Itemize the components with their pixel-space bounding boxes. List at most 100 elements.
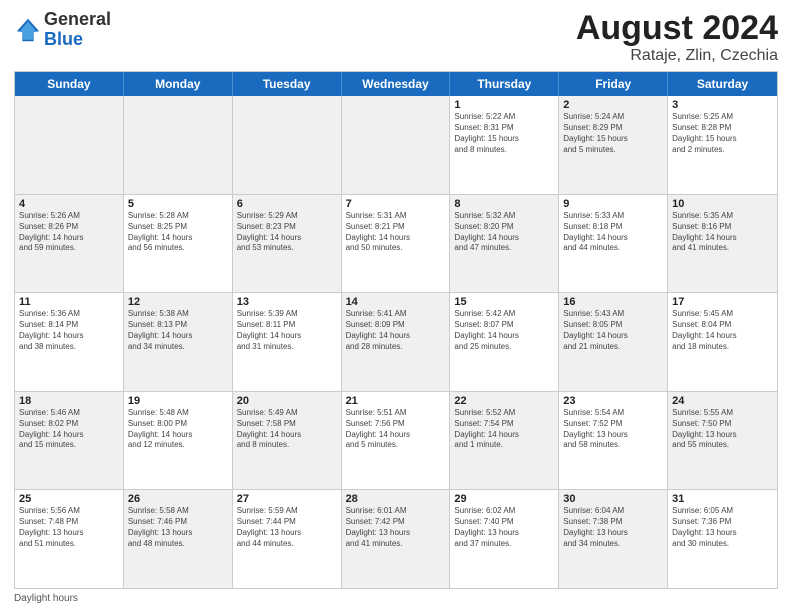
day-info: Sunrise: 5:25 AM Sunset: 8:28 PM Dayligh… <box>672 112 773 155</box>
location-subtitle: Rataje, Zlin, Czechia <box>576 47 778 65</box>
day-info: Sunrise: 5:35 AM Sunset: 8:16 PM Dayligh… <box>672 211 773 254</box>
cal-cell: 25Sunrise: 5:56 AM Sunset: 7:48 PM Dayli… <box>15 490 124 588</box>
cal-week-1: 1Sunrise: 5:22 AM Sunset: 8:31 PM Daylig… <box>15 96 777 195</box>
day-number: 21 <box>346 395 446 407</box>
day-number: 29 <box>454 493 554 505</box>
day-info: Sunrise: 5:39 AM Sunset: 8:11 PM Dayligh… <box>237 309 337 352</box>
day-info: Sunrise: 5:42 AM Sunset: 8:07 PM Dayligh… <box>454 309 554 352</box>
day-info: Sunrise: 5:28 AM Sunset: 8:25 PM Dayligh… <box>128 211 228 254</box>
day-info: Sunrise: 6:02 AM Sunset: 7:40 PM Dayligh… <box>454 506 554 549</box>
day-info: Sunrise: 5:46 AM Sunset: 8:02 PM Dayligh… <box>19 408 119 451</box>
month-title: August 2024 <box>576 10 778 47</box>
day-info: Sunrise: 5:38 AM Sunset: 8:13 PM Dayligh… <box>128 309 228 352</box>
cal-cell: 31Sunrise: 6:05 AM Sunset: 7:36 PM Dayli… <box>668 490 777 588</box>
cal-cell: 23Sunrise: 5:54 AM Sunset: 7:52 PM Dayli… <box>559 392 668 490</box>
day-number: 24 <box>672 395 773 407</box>
day-number: 3 <box>672 99 773 111</box>
header: General Blue August 2024 Rataje, Zlin, C… <box>14 10 778 65</box>
day-info: Sunrise: 5:45 AM Sunset: 8:04 PM Dayligh… <box>672 309 773 352</box>
cal-header-saturday: Saturday <box>668 72 777 96</box>
cal-week-5: 25Sunrise: 5:56 AM Sunset: 7:48 PM Dayli… <box>15 490 777 588</box>
day-info: Sunrise: 5:31 AM Sunset: 8:21 PM Dayligh… <box>346 211 446 254</box>
cal-header-wednesday: Wednesday <box>342 72 451 96</box>
cal-cell: 8Sunrise: 5:32 AM Sunset: 8:20 PM Daylig… <box>450 195 559 293</box>
day-info: Sunrise: 5:51 AM Sunset: 7:56 PM Dayligh… <box>346 408 446 451</box>
logo-text: General Blue <box>44 10 111 50</box>
cal-header-thursday: Thursday <box>450 72 559 96</box>
day-number: 13 <box>237 296 337 308</box>
cal-week-3: 11Sunrise: 5:36 AM Sunset: 8:14 PM Dayli… <box>15 293 777 392</box>
cal-cell: 14Sunrise: 5:41 AM Sunset: 8:09 PM Dayli… <box>342 293 451 391</box>
cal-cell: 16Sunrise: 5:43 AM Sunset: 8:05 PM Dayli… <box>559 293 668 391</box>
cal-cell: 26Sunrise: 5:58 AM Sunset: 7:46 PM Dayli… <box>124 490 233 588</box>
cal-cell: 12Sunrise: 5:38 AM Sunset: 8:13 PM Dayli… <box>124 293 233 391</box>
cal-cell: 10Sunrise: 5:35 AM Sunset: 8:16 PM Dayli… <box>668 195 777 293</box>
day-number: 22 <box>454 395 554 407</box>
day-info: Sunrise: 5:58 AM Sunset: 7:46 PM Dayligh… <box>128 506 228 549</box>
cal-cell: 5Sunrise: 5:28 AM Sunset: 8:25 PM Daylig… <box>124 195 233 293</box>
cal-cell: 22Sunrise: 5:52 AM Sunset: 7:54 PM Dayli… <box>450 392 559 490</box>
cal-cell: 17Sunrise: 5:45 AM Sunset: 8:04 PM Dayli… <box>668 293 777 391</box>
day-info: Sunrise: 6:04 AM Sunset: 7:38 PM Dayligh… <box>563 506 663 549</box>
cal-cell <box>15 96 124 194</box>
day-info: Sunrise: 5:32 AM Sunset: 8:20 PM Dayligh… <box>454 211 554 254</box>
cal-cell: 6Sunrise: 5:29 AM Sunset: 8:23 PM Daylig… <box>233 195 342 293</box>
footer-note: Daylight hours <box>14 589 778 604</box>
cal-cell: 20Sunrise: 5:49 AM Sunset: 7:58 PM Dayli… <box>233 392 342 490</box>
cal-cell: 29Sunrise: 6:02 AM Sunset: 7:40 PM Dayli… <box>450 490 559 588</box>
day-number: 26 <box>128 493 228 505</box>
cal-cell: 15Sunrise: 5:42 AM Sunset: 8:07 PM Dayli… <box>450 293 559 391</box>
daylight-label: Daylight hours <box>14 593 78 604</box>
calendar-header-row: SundayMondayTuesdayWednesdayThursdayFrid… <box>15 72 777 96</box>
day-number: 27 <box>237 493 337 505</box>
day-info: Sunrise: 5:33 AM Sunset: 8:18 PM Dayligh… <box>563 211 663 254</box>
day-number: 4 <box>19 198 119 210</box>
cal-header-friday: Friday <box>559 72 668 96</box>
day-number: 10 <box>672 198 773 210</box>
cal-cell <box>342 96 451 194</box>
cal-header-monday: Monday <box>124 72 233 96</box>
day-number: 14 <box>346 296 446 308</box>
cal-cell: 4Sunrise: 5:26 AM Sunset: 8:26 PM Daylig… <box>15 195 124 293</box>
day-info: Sunrise: 5:24 AM Sunset: 8:29 PM Dayligh… <box>563 112 663 155</box>
day-info: Sunrise: 6:01 AM Sunset: 7:42 PM Dayligh… <box>346 506 446 549</box>
day-number: 2 <box>563 99 663 111</box>
day-info: Sunrise: 5:59 AM Sunset: 7:44 PM Dayligh… <box>237 506 337 549</box>
cal-week-4: 18Sunrise: 5:46 AM Sunset: 8:02 PM Dayli… <box>15 392 777 491</box>
day-number: 16 <box>563 296 663 308</box>
cal-cell: 21Sunrise: 5:51 AM Sunset: 7:56 PM Dayli… <box>342 392 451 490</box>
title-block: August 2024 Rataje, Zlin, Czechia <box>576 10 778 65</box>
day-number: 6 <box>237 198 337 210</box>
cal-cell: 18Sunrise: 5:46 AM Sunset: 8:02 PM Dayli… <box>15 392 124 490</box>
day-number: 25 <box>19 493 119 505</box>
day-number: 20 <box>237 395 337 407</box>
day-info: Sunrise: 5:36 AM Sunset: 8:14 PM Dayligh… <box>19 309 119 352</box>
logo-general-text: General <box>44 10 111 30</box>
day-number: 31 <box>672 493 773 505</box>
day-number: 18 <box>19 395 119 407</box>
cal-cell: 11Sunrise: 5:36 AM Sunset: 8:14 PM Dayli… <box>15 293 124 391</box>
day-number: 19 <box>128 395 228 407</box>
cal-header-tuesday: Tuesday <box>233 72 342 96</box>
day-info: Sunrise: 5:43 AM Sunset: 8:05 PM Dayligh… <box>563 309 663 352</box>
day-info: Sunrise: 5:54 AM Sunset: 7:52 PM Dayligh… <box>563 408 663 451</box>
day-info: Sunrise: 5:56 AM Sunset: 7:48 PM Dayligh… <box>19 506 119 549</box>
day-number: 15 <box>454 296 554 308</box>
day-info: Sunrise: 5:48 AM Sunset: 8:00 PM Dayligh… <box>128 408 228 451</box>
day-number: 23 <box>563 395 663 407</box>
cal-cell: 19Sunrise: 5:48 AM Sunset: 8:00 PM Dayli… <box>124 392 233 490</box>
logo-icon <box>14 16 42 44</box>
day-info: Sunrise: 5:52 AM Sunset: 7:54 PM Dayligh… <box>454 408 554 451</box>
day-info: Sunrise: 5:29 AM Sunset: 8:23 PM Dayligh… <box>237 211 337 254</box>
cal-cell: 30Sunrise: 6:04 AM Sunset: 7:38 PM Dayli… <box>559 490 668 588</box>
cal-week-2: 4Sunrise: 5:26 AM Sunset: 8:26 PM Daylig… <box>15 195 777 294</box>
page: General Blue August 2024 Rataje, Zlin, C… <box>0 0 792 612</box>
cal-cell <box>233 96 342 194</box>
calendar-body: 1Sunrise: 5:22 AM Sunset: 8:31 PM Daylig… <box>15 96 777 588</box>
logo: General Blue <box>14 10 111 50</box>
day-info: Sunrise: 6:05 AM Sunset: 7:36 PM Dayligh… <box>672 506 773 549</box>
cal-cell: 27Sunrise: 5:59 AM Sunset: 7:44 PM Dayli… <box>233 490 342 588</box>
logo-blue-text: Blue <box>44 30 111 50</box>
cal-cell: 13Sunrise: 5:39 AM Sunset: 8:11 PM Dayli… <box>233 293 342 391</box>
cal-cell: 7Sunrise: 5:31 AM Sunset: 8:21 PM Daylig… <box>342 195 451 293</box>
